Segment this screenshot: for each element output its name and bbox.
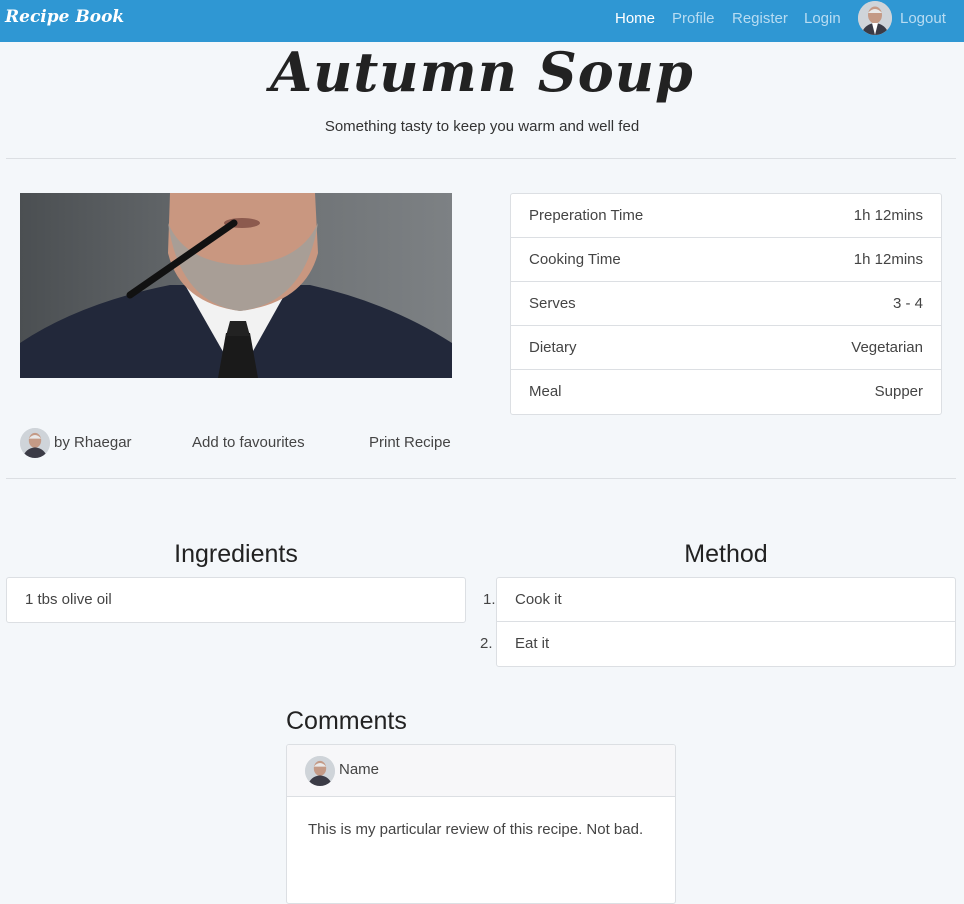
page-subtitle: Something tasty to keep you warm and wel… <box>324 118 640 135</box>
divider <box>6 158 956 159</box>
author-link[interactable]: by Rhaegar <box>54 434 132 451</box>
method-step: Eat it <box>497 622 955 666</box>
method-step: Cook it <box>497 578 955 622</box>
info-value: Vegetarian <box>851 339 923 356</box>
info-row-cooking-time: Cooking Time 1h 12mins <box>511 238 941 282</box>
step-number: 1. <box>483 591 496 608</box>
commenter-name: Name <box>339 761 380 778</box>
step-text: Eat it <box>515 635 550 652</box>
info-label: Serves <box>529 295 576 312</box>
step-text: Cook it <box>515 591 562 608</box>
author-avatar-icon[interactable] <box>20 428 50 458</box>
info-label: Cooking Time <box>529 251 621 268</box>
info-value: 1h 12mins <box>853 207 923 224</box>
info-label: Meal <box>529 383 562 400</box>
page-title: Autumn Soup <box>270 40 694 104</box>
brand-link[interactable]: Recipe Book <box>5 7 124 27</box>
info-row-meal: Meal Supper <box>511 370 941 414</box>
info-value: 1h 12mins <box>853 251 923 268</box>
info-label: Preperation Time <box>529 207 644 224</box>
navbar: Recipe Book Home Profile Register Login … <box>0 0 964 42</box>
comment-text: This is my particular review of this rec… <box>308 821 644 838</box>
ingredient-text: 1 tbs olive oil <box>25 591 112 608</box>
ingredients-list: 1 tbs olive oil <box>6 577 466 623</box>
comment-card: Name This is my particular review of thi… <box>286 744 676 904</box>
ingredients-heading: Ingredients <box>174 540 298 568</box>
info-row-serves: Serves 3 - 4 <box>511 282 941 326</box>
nav-home[interactable]: Home <box>615 10 655 27</box>
info-value: 3 - 4 <box>892 295 923 312</box>
comments-heading: Comments <box>286 707 407 735</box>
user-avatar-icon[interactable] <box>858 1 892 35</box>
commenter-avatar-icon <box>305 756 335 786</box>
add-to-favourites-link[interactable]: Add to favourites <box>192 434 305 451</box>
nav-profile[interactable]: Profile <box>672 10 715 27</box>
nav-register[interactable]: Register <box>732 10 788 27</box>
recipe-hero-image <box>20 193 452 378</box>
nav-logout[interactable]: Logout <box>900 10 946 27</box>
method-heading: Method <box>684 540 768 568</box>
ingredient-item: 1 tbs olive oil <box>7 578 465 622</box>
recipe-info-table: Preperation Time 1h 12mins Cooking Time … <box>510 193 942 415</box>
comment-header: Name <box>287 745 675 797</box>
nav-login[interactable]: Login <box>804 10 841 27</box>
info-row-prep-time: Preperation Time 1h 12mins <box>511 194 941 238</box>
info-row-dietary: Dietary Vegetarian <box>511 326 941 370</box>
step-number: 2. <box>480 635 493 652</box>
info-value: Supper <box>874 383 923 400</box>
divider <box>6 478 956 479</box>
method-list: Cook it Eat it <box>496 577 956 667</box>
print-recipe-link[interactable]: Print Recipe <box>369 434 451 451</box>
info-label: Dietary <box>529 339 577 356</box>
